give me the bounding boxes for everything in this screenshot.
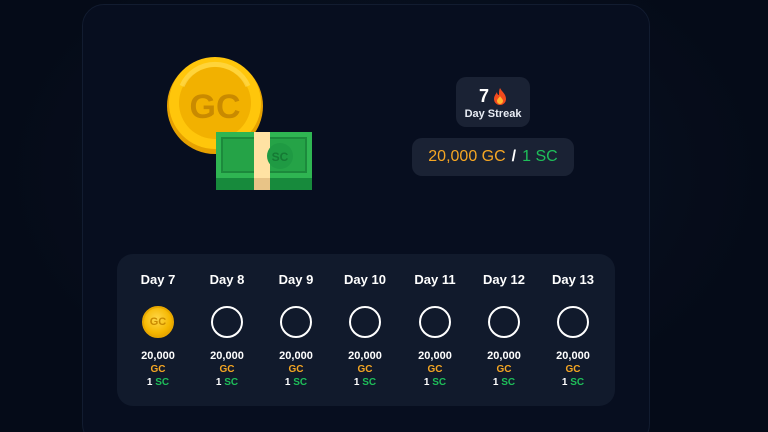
day-sc: 1 SC [128, 376, 188, 389]
hero-coin-text: GC [190, 88, 241, 126]
today-reward-pill: 20,000 GC / 1 SC [412, 138, 574, 176]
day-amount: 20,000 [348, 350, 382, 362]
unclaimed-circle-icon [280, 306, 312, 338]
day-gc: GC [496, 364, 512, 375]
streak-count: 7 [478, 86, 489, 106]
day-sc-count: 1 [146, 377, 153, 388]
day-label: Day 13 [552, 272, 594, 287]
daily-reward-screen: GC SC 7 Day Streak 20,000 GC / 1 SC Day … [0, 0, 768, 432]
day-gc: GC [288, 364, 304, 375]
day-streak-badge: 7 Day Streak [456, 77, 530, 127]
day-gc: GC [150, 364, 166, 375]
day-card: Day 13 20,000 GC 1 SC [543, 254, 603, 389]
unclaimed-circle-icon [349, 306, 381, 338]
day-card: Day 7 GC 20,000 GC 1 SC [128, 254, 188, 389]
day-amount: 20,000 [418, 350, 452, 362]
unclaimed-circle-icon [557, 306, 589, 338]
day-gc: GC [357, 364, 373, 375]
day-sc-unit: SC [155, 377, 170, 388]
day-card: Day 10 20,000 GC 1 SC [335, 254, 395, 389]
day-sc-unit: SC [432, 377, 447, 388]
fire-icon [494, 87, 506, 105]
day-sc: 1 SC [405, 376, 465, 389]
day-gc: GC [565, 364, 581, 375]
day-label: Day 12 [483, 272, 525, 287]
claimed-coin-icon: GC [142, 306, 174, 338]
day-sc-unit: SC [362, 377, 377, 388]
day-sc: 1 SC [335, 376, 395, 389]
reward-separator: / [511, 148, 517, 165]
day-label: Day 11 [414, 272, 456, 287]
day-sc-count: 1 [561, 377, 568, 388]
day-card: Day 12 20,000 GC 1 SC [474, 254, 534, 389]
day-sc-count: 1 [353, 377, 360, 388]
day-amount: 20,000 [141, 350, 175, 362]
day-sc-unit: SC [570, 377, 585, 388]
day-sc-count: 1 [284, 377, 291, 388]
day-sc-count: 1 [215, 377, 222, 388]
reward-sc-amount: 1 SC [522, 148, 558, 165]
unclaimed-circle-icon [419, 306, 451, 338]
day-label: Day 8 [209, 272, 245, 287]
day-sc-unit: SC [224, 377, 239, 388]
day-label: Day 9 [278, 272, 314, 287]
streak-label: Day Streak [464, 108, 522, 120]
day-sc: 1 SC [474, 376, 534, 389]
day-card: Day 9 20,000 GC 1 SC [266, 254, 326, 389]
day-amount: 20,000 [556, 350, 590, 362]
day-card: Day 11 20,000 GC 1 SC [405, 254, 465, 389]
reward-gc-amount: 20,000 GC [428, 148, 506, 165]
day-amount: 20,000 [210, 350, 244, 362]
streak-calendar: Day 7 GC 20,000 GC 1 SC Day 8 20,000 GC … [117, 254, 615, 406]
day-sc: 1 SC [543, 376, 603, 389]
claimed-coin-text: GC [149, 316, 167, 328]
day-amount: 20,000 [487, 350, 521, 362]
day-sc-count: 1 [492, 377, 499, 388]
day-gc: GC [219, 364, 235, 375]
day-sc-count: 1 [423, 377, 430, 388]
day-sc: 1 SC [266, 376, 326, 389]
day-label: Day 7 [140, 272, 176, 287]
unclaimed-circle-icon [488, 306, 520, 338]
day-amount: 20,000 [279, 350, 313, 362]
day-sc-unit: SC [293, 377, 308, 388]
hero-bill-text: SC [272, 150, 289, 164]
day-sc: 1 SC [197, 376, 257, 389]
day-label: Day 10 [344, 272, 386, 287]
day-card: Day 8 20,000 GC 1 SC [197, 254, 257, 389]
day-sc-unit: SC [501, 377, 516, 388]
day-gc: GC [427, 364, 443, 375]
gc-sc-bundle-icon: GC SC [167, 57, 312, 190]
unclaimed-circle-icon [211, 306, 243, 338]
